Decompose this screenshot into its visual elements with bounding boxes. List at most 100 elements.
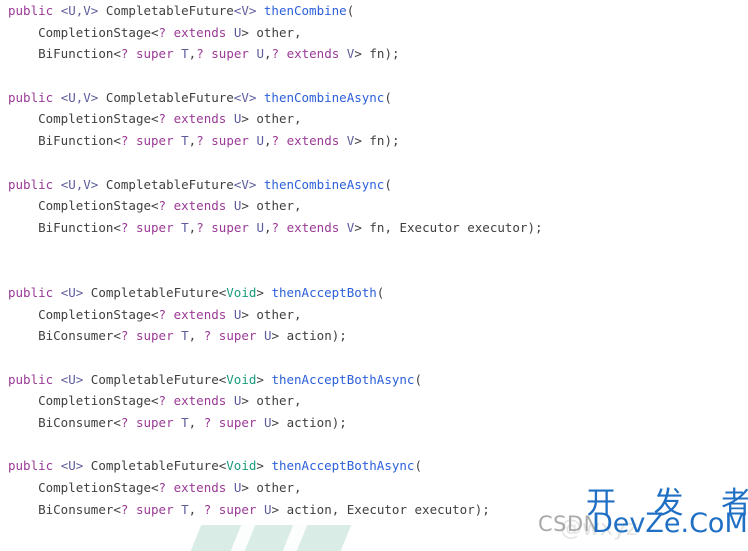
code-token-generic: U (263, 328, 272, 344)
code-token-punc: , (294, 111, 302, 127)
code-token-punc: < (151, 306, 159, 322)
code-token-kw: public (8, 371, 54, 387)
code-token-type: BiFunction (38, 133, 114, 149)
code-token-punc: ); (474, 501, 490, 517)
code-token-wild: ? (158, 393, 167, 409)
code-token-punc: < (113, 133, 121, 149)
code-line: BiConsumer<? super T, ? super U> action,… (0, 499, 748, 521)
code-token-type: CompletionStage (38, 111, 151, 127)
code-token-generic: <U,V> (60, 176, 99, 192)
code-token-param: other (256, 393, 295, 409)
code-token-punc: > (354, 219, 370, 235)
code-token-method: thenCombineAsync (263, 176, 385, 192)
code-line: BiFunction<? super T,? super U,? extends… (0, 130, 748, 152)
code-token-punc (128, 502, 136, 517)
code-token-punc (211, 415, 219, 430)
code-token-generic: <U,V> (60, 89, 99, 105)
code-token-kw: extends (286, 46, 340, 62)
code-token-punc (53, 3, 61, 18)
code-token-wild: ? (158, 24, 167, 40)
code-token-punc: < (151, 393, 159, 409)
code-token-param: other (256, 111, 295, 127)
code-token-punc (256, 3, 264, 18)
code-line: BiConsumer<? super T, ? super U> action)… (0, 325, 748, 347)
code-token-punc: < (113, 501, 121, 517)
code-token-kw: extends (173, 480, 227, 496)
code-token-kw: super (135, 219, 174, 235)
code-token-punc: , (188, 328, 204, 344)
code-token-kw: super (211, 133, 249, 149)
code-token-punc: ( (414, 458, 422, 474)
code-token-punc (98, 177, 106, 192)
code-token-punc (226, 307, 234, 322)
code-token-punc (339, 46, 347, 61)
code-token-punc: > (271, 501, 287, 517)
code-token-param: action (286, 328, 332, 344)
code-token-void: Void (226, 458, 257, 474)
code-token-param: action (286, 415, 332, 431)
code-token-param: other (256, 24, 295, 40)
code-token-punc (83, 458, 91, 473)
code-token-generic: T (181, 219, 189, 235)
code-token-type: BiFunction (38, 219, 114, 235)
code-token-generic: U (263, 501, 272, 517)
code-token-kw: public (8, 89, 54, 105)
code-token-kw: super (218, 501, 257, 517)
code-token-punc (226, 198, 234, 213)
code-token-punc (256, 502, 264, 517)
code-token-punc: > (256, 458, 264, 474)
code-token-punc (339, 133, 347, 148)
code-token-punc: < (113, 219, 121, 235)
code-token-kw: extends (173, 306, 227, 322)
code-token-kw: super (211, 46, 249, 62)
code-token-kw: extends (286, 219, 340, 235)
code-line: CompletionStage<? extends U> other, (0, 477, 748, 499)
code-token-param: fn (369, 219, 385, 235)
code-token-punc: , (263, 46, 272, 62)
code-token-method: thenAcceptBoth (271, 284, 377, 300)
code-token-punc: ); (384, 46, 400, 62)
code-token-type: BiConsumer (38, 328, 114, 344)
code-token-punc: , (263, 219, 272, 235)
code-token-punc: > (256, 371, 264, 387)
code-token-punc (53, 372, 61, 387)
code-line: BiConsumer<? super T, ? super U> action)… (0, 412, 748, 434)
code-token-punc (226, 393, 234, 408)
code-token-kw: super (218, 415, 257, 431)
code-token-kw: extends (173, 111, 227, 127)
code-line: public <U,V> CompletableFuture<V> thenCo… (0, 0, 748, 22)
code-token-punc (279, 133, 287, 148)
code-token-punc: > (354, 46, 370, 62)
code-token-punc: > (241, 480, 257, 496)
code-token-generic: T (181, 501, 189, 517)
code-token-punc (174, 46, 182, 61)
code-token-punc: , (188, 501, 204, 517)
code-token-punc: > (354, 133, 370, 149)
code-token-punc: ( (384, 89, 392, 105)
code-token-type: CompletableFuture (90, 284, 219, 300)
code-token-type: BiFunction (38, 46, 114, 62)
code-token-punc (174, 133, 182, 148)
code-token-punc: < (113, 415, 121, 431)
code-viewer: public <U,V> CompletableFuture<V> thenCo… (0, 0, 748, 543)
code-line: public <U> CompletableFuture<Void> thenA… (0, 282, 748, 304)
code-token-kw: public (8, 176, 54, 192)
code-token-kw: super (218, 328, 257, 344)
code-token-punc (279, 46, 287, 61)
code-token-param: action (286, 501, 332, 517)
code-token-punc (83, 372, 91, 387)
code-token-punc (128, 133, 136, 148)
code-token-punc (279, 220, 287, 235)
code-token-kw: extends (286, 133, 340, 149)
code-token-punc (256, 415, 264, 430)
code-token-punc (53, 458, 61, 473)
